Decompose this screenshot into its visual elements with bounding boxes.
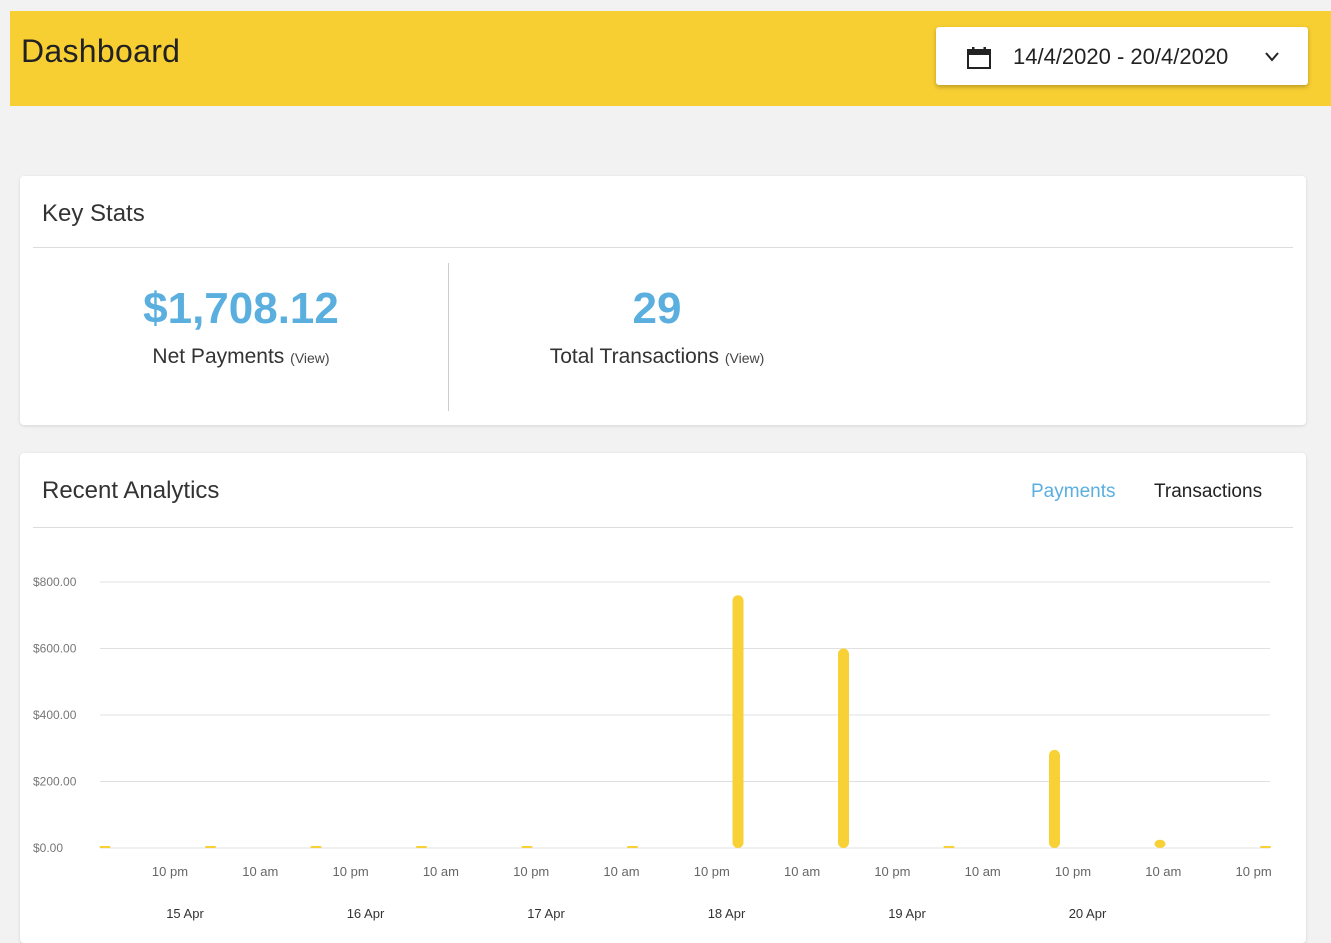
- x-tick-label: 10 am: [1145, 864, 1181, 879]
- chart-bar: [732, 595, 744, 848]
- net-payments-label-row: Net Payments (View): [31, 345, 451, 369]
- x-date-label: 20 Apr: [1069, 906, 1107, 921]
- x-date-label: 18 Apr: [708, 906, 746, 921]
- x-tick-label: 10 pm: [874, 864, 910, 879]
- total-transactions-value: 29: [632, 284, 682, 333]
- x-date-label: 17 Apr: [527, 906, 565, 921]
- y-tick-label: $0.00: [33, 841, 63, 855]
- date-range-value: 14/4/2020 - 20/4/2020: [1013, 44, 1229, 69]
- net-payments-value: $1,708.12: [143, 284, 339, 333]
- net-payments-label: Net Payments: [152, 345, 285, 368]
- total-transactions-view-link[interactable]: (View): [725, 350, 764, 366]
- total-transactions-label: Total Transactions: [549, 345, 719, 368]
- page-title: Dashboard: [21, 33, 181, 69]
- chart-bar: [99, 846, 111, 848]
- x-date-label: 19 Apr: [888, 906, 926, 921]
- x-tick-label: 10 am: [965, 864, 1001, 879]
- chart-bar: [205, 846, 216, 848]
- payments-chart: $800.00 $600.00 $400.00 $200.00 $0.00 10 pm 10…: [33, 575, 1272, 921]
- x-tick-label: 10 am: [423, 864, 459, 879]
- y-tick-label: $800.00: [33, 575, 77, 589]
- x-tick-label: 10 pm: [513, 864, 549, 879]
- x-tick-label: 10 pm: [694, 864, 730, 879]
- key-stats-card: Key Stats $1,708.12 Net Payments (View) …: [20, 176, 1306, 425]
- key-stats-title: Key Stats: [42, 200, 145, 227]
- header-bar: Dashboard 14/4/2020 - 20/4/2020: [10, 11, 1331, 106]
- chart-bar: [521, 846, 533, 848]
- y-tick-label: $400.00: [33, 708, 77, 722]
- chart-bar: [627, 846, 638, 848]
- recent-analytics-card: Recent Analytics Payments Transactions $…: [20, 453, 1306, 943]
- y-tick-label: $600.00: [33, 642, 77, 656]
- x-tick-label: 10 am: [603, 864, 639, 879]
- total-transactions-label-row: Total Transactions (View): [447, 345, 867, 369]
- divider: [33, 247, 1293, 248]
- x-tick-label: 10 pm: [152, 864, 188, 879]
- date-range-picker[interactable]: 14/4/2020 - 20/4/2020: [936, 27, 1308, 85]
- chart-bar: [310, 846, 322, 848]
- chart-bar: [1049, 749, 1060, 848]
- chart-bar: [1260, 846, 1271, 848]
- x-date-label: 16 Apr: [347, 906, 385, 921]
- x-tick-label: 10 pm: [333, 864, 369, 879]
- calendar-icon: [967, 47, 991, 69]
- chart-bar: [943, 846, 955, 848]
- chart-bar: [416, 846, 427, 848]
- x-tick-label: 10 pm: [1236, 864, 1272, 879]
- chart-bar: [1154, 839, 1166, 848]
- x-tick-label: 10 pm: [1055, 864, 1091, 879]
- x-tick-label: 10 am: [784, 864, 820, 879]
- x-date-label: 15 Apr: [166, 906, 204, 921]
- chart-bar: [838, 648, 849, 848]
- x-tick-label: 10 am: [242, 864, 278, 879]
- y-tick-label: $200.00: [33, 775, 77, 789]
- chevron-down-icon: [1265, 52, 1279, 62]
- net-payments-view-link[interactable]: (View): [290, 350, 329, 366]
